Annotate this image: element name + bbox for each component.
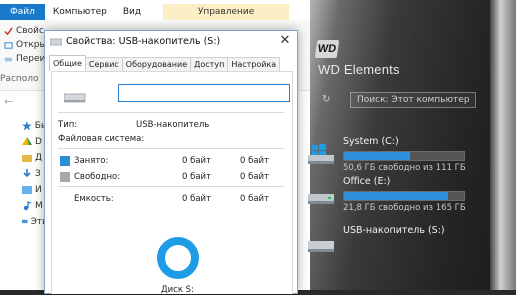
tree-item-quick-access[interactable]: Бы xyxy=(0,118,48,134)
properties-dialog: Свойства: USB-накопитель (S:) ✕ Общие Се… xyxy=(44,30,298,295)
tree-item-this-pc[interactable]: Эти xyxy=(0,214,48,230)
usb-drive-icon xyxy=(64,93,86,103)
tree-item-label: D xyxy=(35,137,42,147)
tree-item-label: М xyxy=(35,201,43,211)
navigation-tree: Бы D Д З И М Эти xyxy=(0,118,48,230)
filesystem-label: Файловая система: xyxy=(58,134,145,144)
refresh-icon[interactable]: ↻ xyxy=(322,94,330,105)
ribbon-tab-view[interactable]: Вид xyxy=(115,4,149,20)
free-label: Свободно: xyxy=(74,172,121,182)
tab-service[interactable]: Сервис xyxy=(84,57,123,71)
tree-item-music[interactable]: М xyxy=(0,198,48,214)
drive-free-text: 50,6 ГБ свободно из 111 ГБ xyxy=(343,163,466,173)
drive-usage-fill xyxy=(344,192,449,200)
rename-icon xyxy=(4,57,13,61)
computer-icon xyxy=(22,219,28,224)
ribbon-item-open[interactable]: Откры xyxy=(4,40,47,50)
ribbon-group-location: Располо xyxy=(0,74,39,84)
tab-sharing[interactable]: Доступ xyxy=(190,57,229,71)
drives-panel: ↻ Поиск: Этот компьютер System (C:) 50,6… xyxy=(300,88,516,290)
folder-icon xyxy=(22,155,32,162)
drive-name: Office (E:) xyxy=(343,176,391,187)
drive-free-text: 21,8 ГБ свободно из 165 ГБ xyxy=(343,203,466,213)
close-button[interactable]: ✕ xyxy=(277,33,293,49)
tab-customize[interactable]: Настройка xyxy=(227,57,281,71)
ribbon-tabs: Файл Компьютер Вид Управление xyxy=(0,4,310,20)
drive-name: System (C:) xyxy=(343,136,399,147)
wd-logo: WD xyxy=(314,40,340,58)
drive-item-c[interactable]: System (C:) 50,6 ГБ свободно из 111 ГБ xyxy=(306,136,506,176)
general-tab-panel: Тип: USB-накопитель Файловая система: За… xyxy=(51,71,293,295)
download-icon xyxy=(23,169,31,178)
dialog-tabs: Общие Сервис Оборудование Доступ Настрой… xyxy=(49,55,281,71)
used-space-swatch xyxy=(60,156,70,166)
ribbon-item-rename[interactable]: Переи xyxy=(4,54,45,64)
drive-usage-bar xyxy=(343,191,465,201)
tree-item-images[interactable]: И xyxy=(0,182,48,198)
tab-hardware[interactable]: Оборудование xyxy=(121,57,192,71)
windows-drive-icon xyxy=(308,144,334,164)
star-icon xyxy=(22,121,32,131)
checkmark-icon xyxy=(4,26,13,35)
free-short: 0 байт xyxy=(240,172,270,182)
drive-name-input[interactable] xyxy=(118,84,290,102)
tree-item-drive[interactable]: D xyxy=(0,134,48,150)
tree-item-downloads[interactable]: З xyxy=(0,166,48,182)
open-icon xyxy=(4,41,13,49)
usb-drive-icon xyxy=(50,38,62,46)
ribbon-item-label: Откры xyxy=(16,40,47,50)
capacity-bytes: 0 байт xyxy=(182,194,212,204)
ribbon-item-properties[interactable]: Свойс xyxy=(4,26,44,36)
tree-item-label: И xyxy=(35,185,42,195)
drive-usage-bar xyxy=(343,151,465,161)
search-input[interactable]: Поиск: Этот компьютер xyxy=(350,92,476,108)
wd-product-name: WD Elements xyxy=(318,62,400,77)
usage-pie-chart xyxy=(157,237,199,279)
tree-item-label: Д xyxy=(35,153,43,163)
ribbon-tab-file[interactable]: Файл xyxy=(0,4,45,20)
used-bytes: 0 байт xyxy=(182,156,212,166)
tree-item-documents[interactable]: Д xyxy=(0,150,48,166)
dialog-titlebar: Свойства: USB-накопитель (S:) ✕ xyxy=(45,31,297,53)
ribbon-tab-computer[interactable]: Компьютер xyxy=(45,4,115,20)
free-space-swatch xyxy=(60,172,70,182)
capacity-label: Емкость: xyxy=(74,194,114,204)
capacity-short: 0 байт xyxy=(240,194,270,204)
usb-drive-icon xyxy=(308,241,334,252)
disk-label: Диск S: xyxy=(161,285,194,295)
tab-general[interactable]: Общие xyxy=(49,55,86,71)
divider xyxy=(58,186,284,187)
drive-name: USB-накопитель (S:) xyxy=(343,225,445,236)
hard-drive-icon xyxy=(308,194,334,204)
type-value: USB-накопитель xyxy=(136,120,210,130)
drive-name-field[interactable] xyxy=(119,85,287,101)
divider xyxy=(58,148,284,149)
used-short: 0 байт xyxy=(240,156,270,166)
free-bytes: 0 байт xyxy=(182,172,212,182)
used-label: Занято: xyxy=(74,156,109,166)
drive-usage-fill xyxy=(344,152,410,160)
drive-item-e[interactable]: Office (E:) 21,8 ГБ свободно из 165 ГБ xyxy=(306,176,506,216)
ribbon-item-label: Переи xyxy=(16,54,46,64)
ribbon-item-label: Свойс xyxy=(16,26,44,36)
ribbon-group-label: Располо xyxy=(0,74,39,84)
image-icon xyxy=(22,186,32,194)
back-arrow-icon[interactable]: ← xyxy=(4,95,13,108)
divider xyxy=(58,112,284,113)
drive-item-s[interactable]: USB-накопитель (S:) xyxy=(306,225,506,265)
google-drive-icon xyxy=(22,137,32,145)
type-label: Тип: xyxy=(58,120,78,130)
dialog-title: Свойства: USB-накопитель (S:) xyxy=(66,36,221,47)
tree-item-label: З xyxy=(35,169,41,179)
ribbon-tab-manage[interactable]: Управление xyxy=(163,4,290,20)
music-icon xyxy=(23,201,32,211)
